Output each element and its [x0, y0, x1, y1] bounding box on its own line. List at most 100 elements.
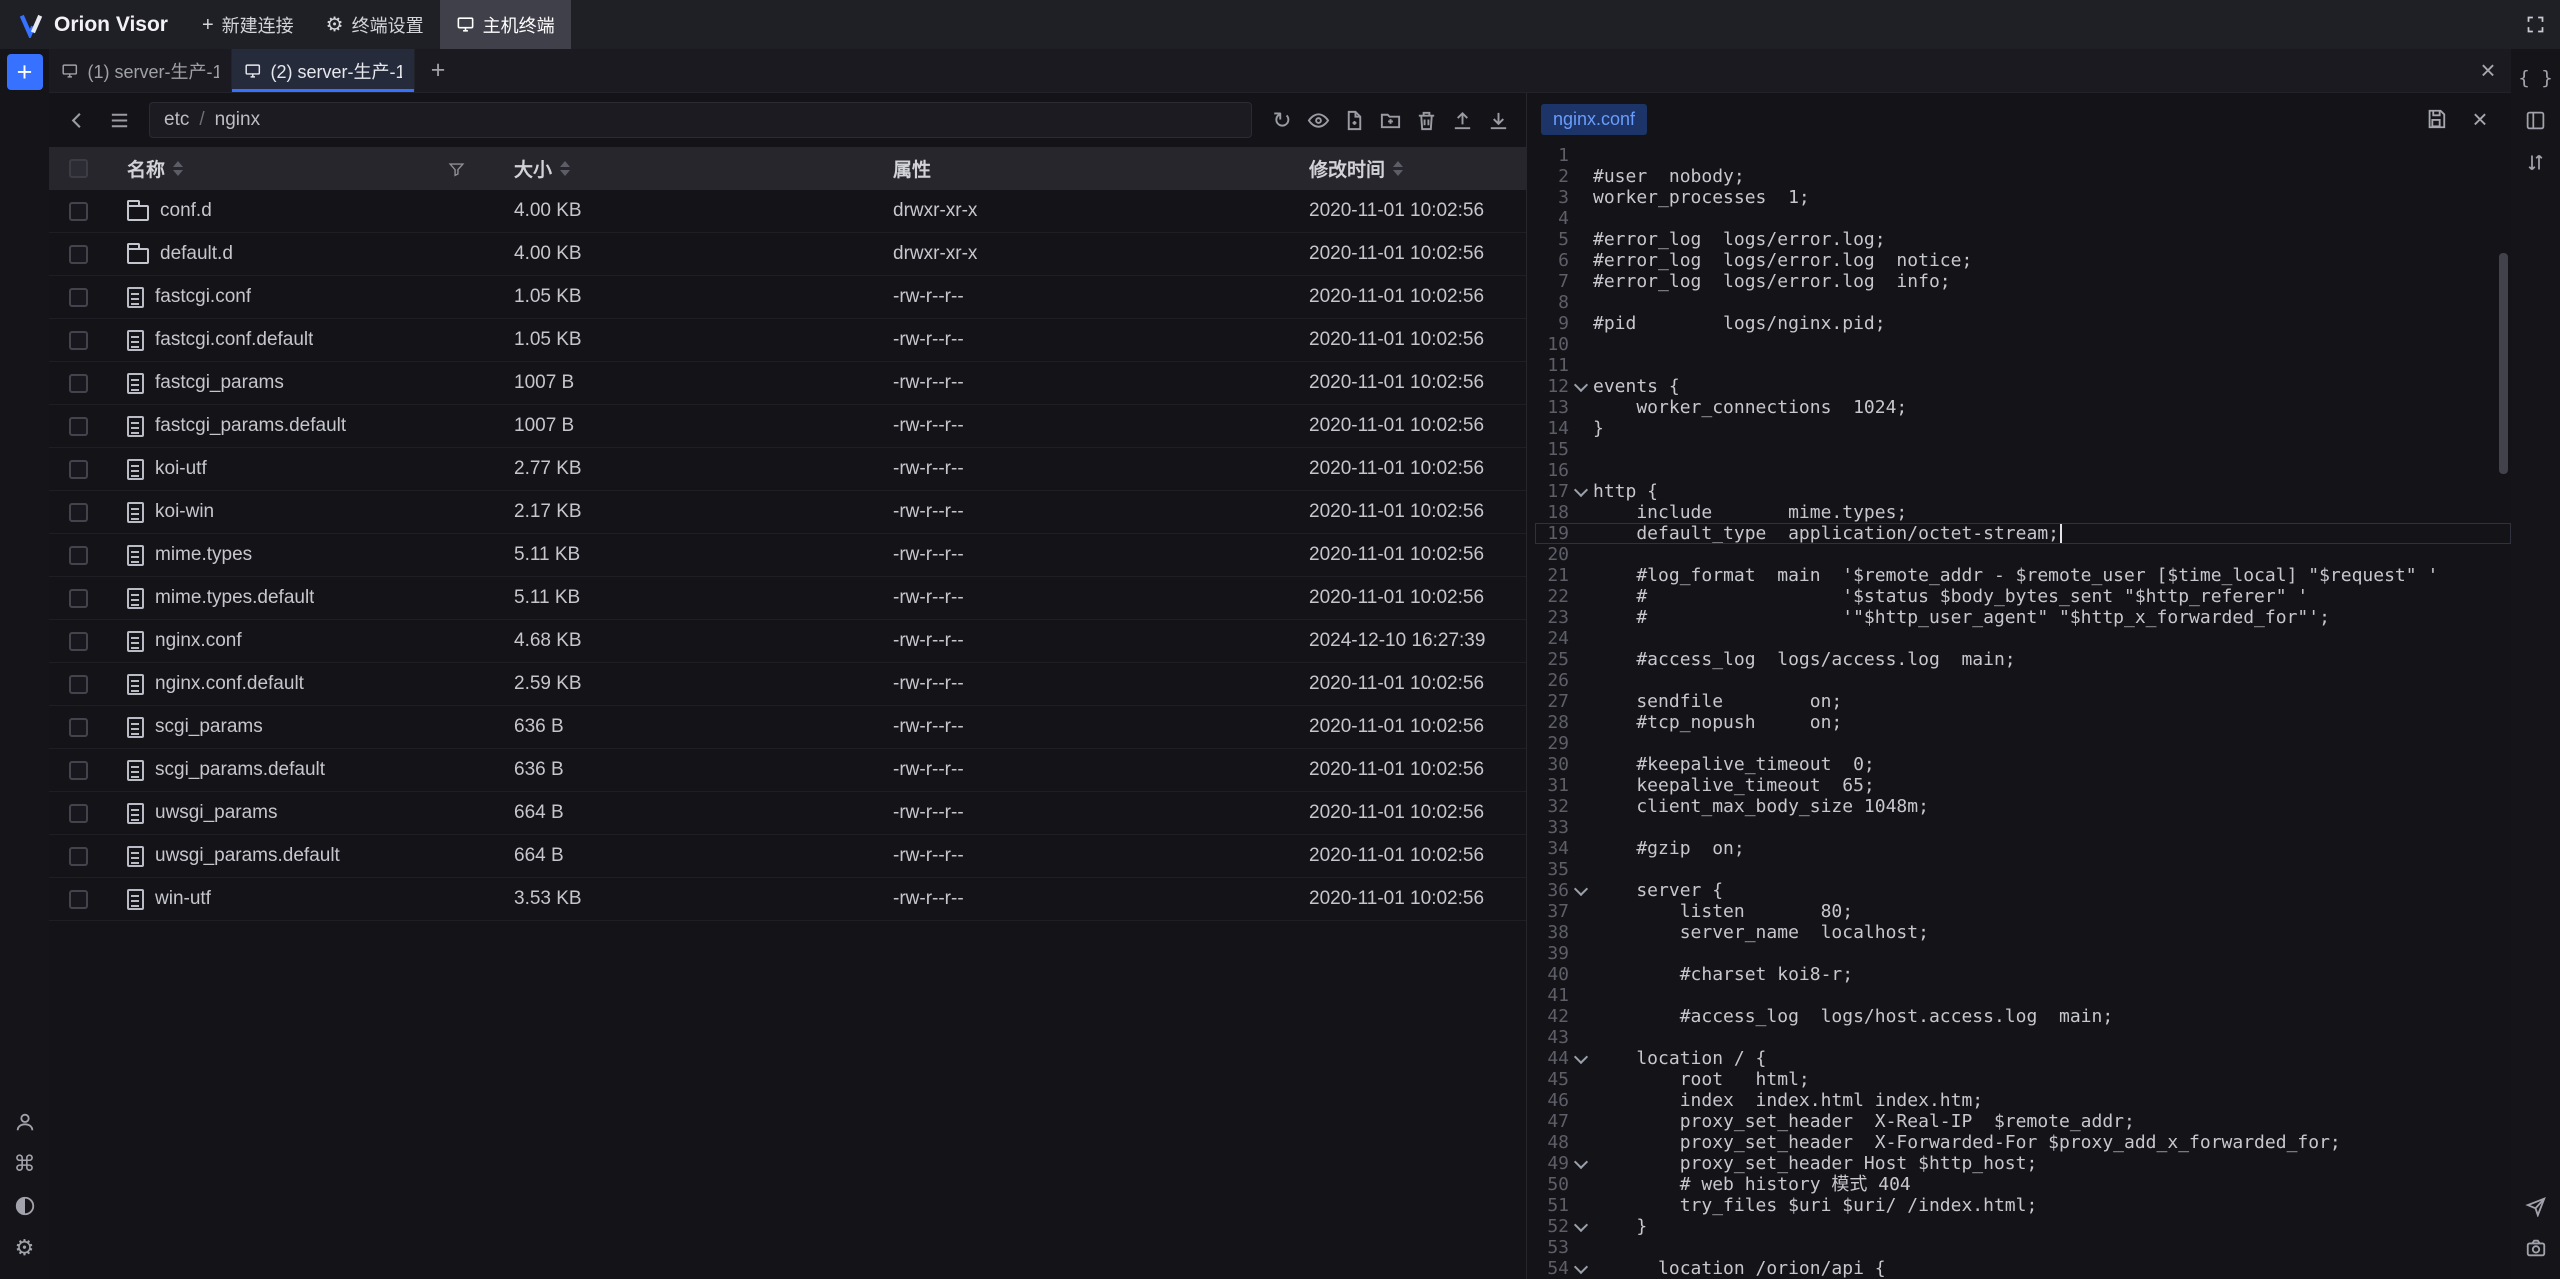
- line-number: 14: [1535, 418, 1569, 439]
- row-checkbox[interactable]: [69, 589, 88, 608]
- fold-toggle[interactable]: [1569, 1153, 1593, 1174]
- table-row[interactable]: koi-utf 2.77 KB -rw-r--r-- 2020-11-01 10…: [49, 448, 1526, 491]
- open-file-badge[interactable]: nginx.conf: [1541, 104, 1647, 135]
- download-button[interactable]: [1480, 102, 1516, 138]
- table-row[interactable]: koi-win 2.17 KB -rw-r--r-- 2020-11-01 10…: [49, 491, 1526, 534]
- fold-toggle[interactable]: [1569, 1258, 1593, 1279]
- row-checkbox[interactable]: [69, 847, 88, 866]
- list-icon: [108, 109, 131, 132]
- table-row[interactable]: mime.types.default 5.11 KB -rw-r--r-- 20…: [49, 577, 1526, 620]
- table-row[interactable]: fastcgi.conf 1.05 KB -rw-r--r-- 2020-11-…: [49, 276, 1526, 319]
- table-row[interactable]: fastcgi_params.default 1007 B -rw-r--r--…: [49, 405, 1526, 448]
- sftp-file-panel: etc / nginx ↻: [49, 93, 1527, 1279]
- command-icon: ⌘: [14, 1153, 36, 1175]
- row-checkbox[interactable]: [69, 890, 88, 909]
- code-text: }: [1593, 1216, 1647, 1237]
- new-folder-button[interactable]: [1372, 102, 1408, 138]
- row-checkbox[interactable]: [69, 202, 88, 221]
- row-checkbox[interactable]: [69, 804, 88, 823]
- fold-toggle[interactable]: [1569, 1216, 1593, 1237]
- refresh-button[interactable]: ↻: [1264, 102, 1300, 138]
- fullscreen-button[interactable]: [2511, 0, 2560, 49]
- command-sender-button[interactable]: [2511, 1185, 2560, 1227]
- fold-toggle: [1569, 565, 1593, 586]
- user-button[interactable]: [0, 1101, 49, 1143]
- back-button[interactable]: [59, 102, 95, 138]
- row-checkbox[interactable]: [69, 546, 88, 565]
- fold-toggle[interactable]: [1569, 481, 1593, 502]
- row-checkbox[interactable]: [69, 288, 88, 307]
- row-checkbox[interactable]: [69, 718, 88, 737]
- fold-toggle[interactable]: [1569, 376, 1593, 397]
- transfer-list-button[interactable]: [2511, 141, 2560, 183]
- editor-scrollbar-thumb[interactable]: [2499, 253, 2508, 474]
- fold-toggle: [1569, 397, 1593, 418]
- table-row[interactable]: uwsgi_params 664 B -rw-r--r-- 2020-11-01…: [49, 792, 1526, 835]
- row-checkbox[interactable]: [69, 460, 88, 479]
- new-file-button[interactable]: [1336, 102, 1372, 138]
- table-row[interactable]: scgi_params.default 636 B -rw-r--r-- 202…: [49, 749, 1526, 792]
- table-row[interactable]: uwsgi_params.default 664 B -rw-r--r-- 20…: [49, 835, 1526, 878]
- shortcut-button[interactable]: ⌘: [0, 1143, 49, 1185]
- sort-size-control[interactable]: [560, 161, 570, 176]
- table-row[interactable]: win-utf 3.53 KB -rw-r--r-- 2020-11-01 10…: [49, 878, 1526, 921]
- file-name: koi-utf: [155, 458, 207, 480]
- code-line: 14 }: [1535, 418, 2511, 439]
- row-checkbox[interactable]: [69, 245, 88, 264]
- delete-button[interactable]: [1408, 102, 1444, 138]
- row-checkbox[interactable]: [69, 417, 88, 436]
- row-checkbox[interactable]: [69, 761, 88, 780]
- table-row[interactable]: nginx.conf.default 2.59 KB -rw-r--r-- 20…: [49, 663, 1526, 706]
- line-number: 24: [1535, 628, 1569, 649]
- screenshot-button[interactable]: [2511, 1227, 2560, 1269]
- menu-item-terminal-settings[interactable]: ⚙ 终端设置: [310, 0, 440, 49]
- menu-item-host-terminal[interactable]: 主机终端: [440, 0, 571, 49]
- save-file-button[interactable]: [2419, 102, 2453, 136]
- code-lines[interactable]: 1 2 #user nobody; 3 worker_processes 1; …: [1527, 145, 2511, 1279]
- theme-button[interactable]: [0, 1185, 49, 1227]
- sort-name-control[interactable]: [173, 161, 183, 176]
- row-checkbox[interactable]: [69, 374, 88, 393]
- file-name: win-utf: [155, 888, 211, 910]
- row-checkbox[interactable]: [69, 503, 88, 522]
- select-all-checkbox[interactable]: [69, 159, 88, 178]
- upload-button[interactable]: [1444, 102, 1480, 138]
- terminal-tab-2[interactable]: (2) server-生产-1: [232, 49, 415, 92]
- file-table: 名称 大小 属性: [49, 147, 1526, 1279]
- fold-toggle: [1569, 859, 1593, 880]
- code-view-button[interactable]: { }: [2511, 57, 2560, 99]
- close-panel-button[interactable]: ×: [2465, 49, 2511, 92]
- right-rail: { }: [2511, 49, 2560, 1279]
- fold-toggle[interactable]: [1569, 880, 1593, 901]
- fold-toggle: [1569, 355, 1593, 376]
- row-checkbox[interactable]: [69, 675, 88, 694]
- settings-button[interactable]: ⚙: [0, 1227, 49, 1269]
- new-tab-button[interactable]: +: [415, 49, 461, 92]
- row-checkbox[interactable]: [69, 331, 88, 350]
- menu-item-new-connection[interactable]: + 新建连接: [186, 0, 310, 49]
- layout-toggle-button[interactable]: [2511, 99, 2560, 141]
- fold-toggle[interactable]: [1569, 1048, 1593, 1069]
- table-row[interactable]: fastcgi_params 1007 B -rw-r--r-- 2020-11…: [49, 362, 1526, 405]
- code-text: proxy_set_header Host $http_host;: [1593, 1153, 2037, 1174]
- preview-button[interactable]: [1300, 102, 1336, 138]
- new-connection-button[interactable]: +: [7, 54, 43, 90]
- fold-toggle: [1569, 1195, 1593, 1216]
- file-name: mime.types: [155, 544, 252, 566]
- sort-mtime-control[interactable]: [1393, 161, 1403, 176]
- filter-icon[interactable]: [448, 160, 465, 177]
- breadcrumb[interactable]: etc / nginx: [149, 102, 1252, 138]
- brand-name: Orion Visor: [54, 13, 168, 37]
- table-row[interactable]: default.d 4.00 KB drwxr-xr-x 2020-11-01 …: [49, 233, 1526, 276]
- list-view-button[interactable]: [101, 102, 137, 138]
- row-checkbox[interactable]: [69, 632, 88, 651]
- table-row[interactable]: fastcgi.conf.default 1.05 KB -rw-r--r-- …: [49, 319, 1526, 362]
- terminal-tab-1[interactable]: (1) server-生产-1: [49, 49, 232, 92]
- close-editor-button[interactable]: ×: [2463, 102, 2497, 136]
- breadcrumb-segment[interactable]: nginx: [215, 109, 260, 131]
- table-row[interactable]: scgi_params 636 B -rw-r--r-- 2020-11-01 …: [49, 706, 1526, 749]
- breadcrumb-segment[interactable]: etc: [164, 109, 189, 131]
- table-row[interactable]: nginx.conf 4.68 KB -rw-r--r-- 2024-12-10…: [49, 620, 1526, 663]
- table-row[interactable]: mime.types 5.11 KB -rw-r--r-- 2020-11-01…: [49, 534, 1526, 577]
- table-row[interactable]: conf.d 4.00 KB drwxr-xr-x 2020-11-01 10:…: [49, 190, 1526, 233]
